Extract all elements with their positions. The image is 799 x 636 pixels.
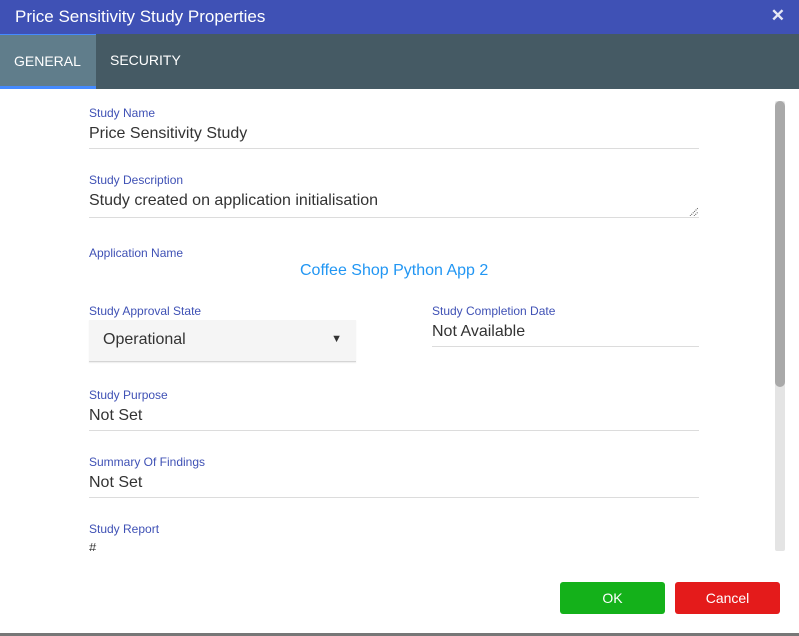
- divider: [432, 346, 699, 347]
- tab-security[interactable]: SECURITY: [96, 34, 195, 89]
- summary-of-findings-label: Summary Of Findings: [89, 455, 205, 469]
- completion-date-label: Study Completion Date: [432, 304, 555, 318]
- tab-bar: GENERAL SECURITY: [0, 34, 799, 89]
- field-value[interactable]: Not Available: [432, 323, 525, 341]
- dialog-title: Price Sensitivity Study Properties: [15, 7, 266, 26]
- study-purpose-field[interactable]: Not Set: [89, 407, 142, 425]
- field-label: Study Purpose: [89, 388, 168, 402]
- field-label: Study Completion Date: [432, 304, 556, 318]
- study-purpose-label: Study Purpose: [89, 388, 168, 402]
- divider: [89, 430, 699, 431]
- study-properties-dialog: Price Sensitivity Study Properties ✕ GEN…: [0, 0, 799, 636]
- resize-handle-icon[interactable]: [689, 207, 698, 216]
- study-report-link[interactable]: #: [89, 540, 96, 551]
- summary-of-findings-field[interactable]: Not Set: [89, 474, 142, 492]
- application-name-label: Application Name: [89, 246, 183, 260]
- field-label: Study Description: [89, 173, 184, 187]
- ok-button[interactable]: OK: [560, 582, 665, 614]
- select-value: Operational: [103, 331, 186, 348]
- close-icon[interactable]: ✕: [771, 6, 785, 26]
- application-name-link[interactable]: Coffee Shop Python App 2: [300, 262, 488, 280]
- approval-state-select[interactable]: Operational ▼: [89, 320, 356, 362]
- field-label: Study Name: [89, 106, 156, 120]
- cancel-button[interactable]: Cancel: [675, 582, 780, 614]
- field-label: Summary Of Findings: [89, 455, 206, 469]
- study-description-label: Study Description: [89, 173, 183, 187]
- field-value[interactable]: Price Sensitivity Study: [89, 125, 247, 143]
- tab-general[interactable]: GENERAL: [0, 34, 96, 89]
- field-value[interactable]: Not Set: [89, 474, 142, 492]
- dialog-titlebar: Price Sensitivity Study Properties ✕: [0, 0, 799, 34]
- chevron-down-icon: ▼: [331, 333, 342, 345]
- general-form: Study Name Price Sensitivity Study Study…: [0, 89, 771, 551]
- field-value[interactable]: Study created on application initialisat…: [89, 192, 378, 210]
- study-name-label: Study Name: [89, 106, 155, 120]
- field-label: Application Name: [89, 246, 184, 260]
- completion-date-field[interactable]: Not Available: [432, 323, 525, 341]
- field-value[interactable]: #: [89, 540, 96, 551]
- divider: [89, 148, 699, 149]
- approval-state-label: Study Approval State: [89, 304, 201, 318]
- divider: [89, 497, 699, 498]
- divider: [89, 217, 699, 218]
- study-description-field[interactable]: Study created on application initialisat…: [89, 192, 378, 210]
- study-name-field[interactable]: Price Sensitivity Study: [89, 125, 247, 143]
- field-value[interactable]: Not Set: [89, 407, 142, 425]
- field-label: Study Approval State: [89, 304, 202, 318]
- scrollbar-thumb[interactable]: [775, 101, 785, 387]
- field-label: Study Report: [89, 522, 160, 536]
- study-report-label: Study Report: [89, 522, 159, 536]
